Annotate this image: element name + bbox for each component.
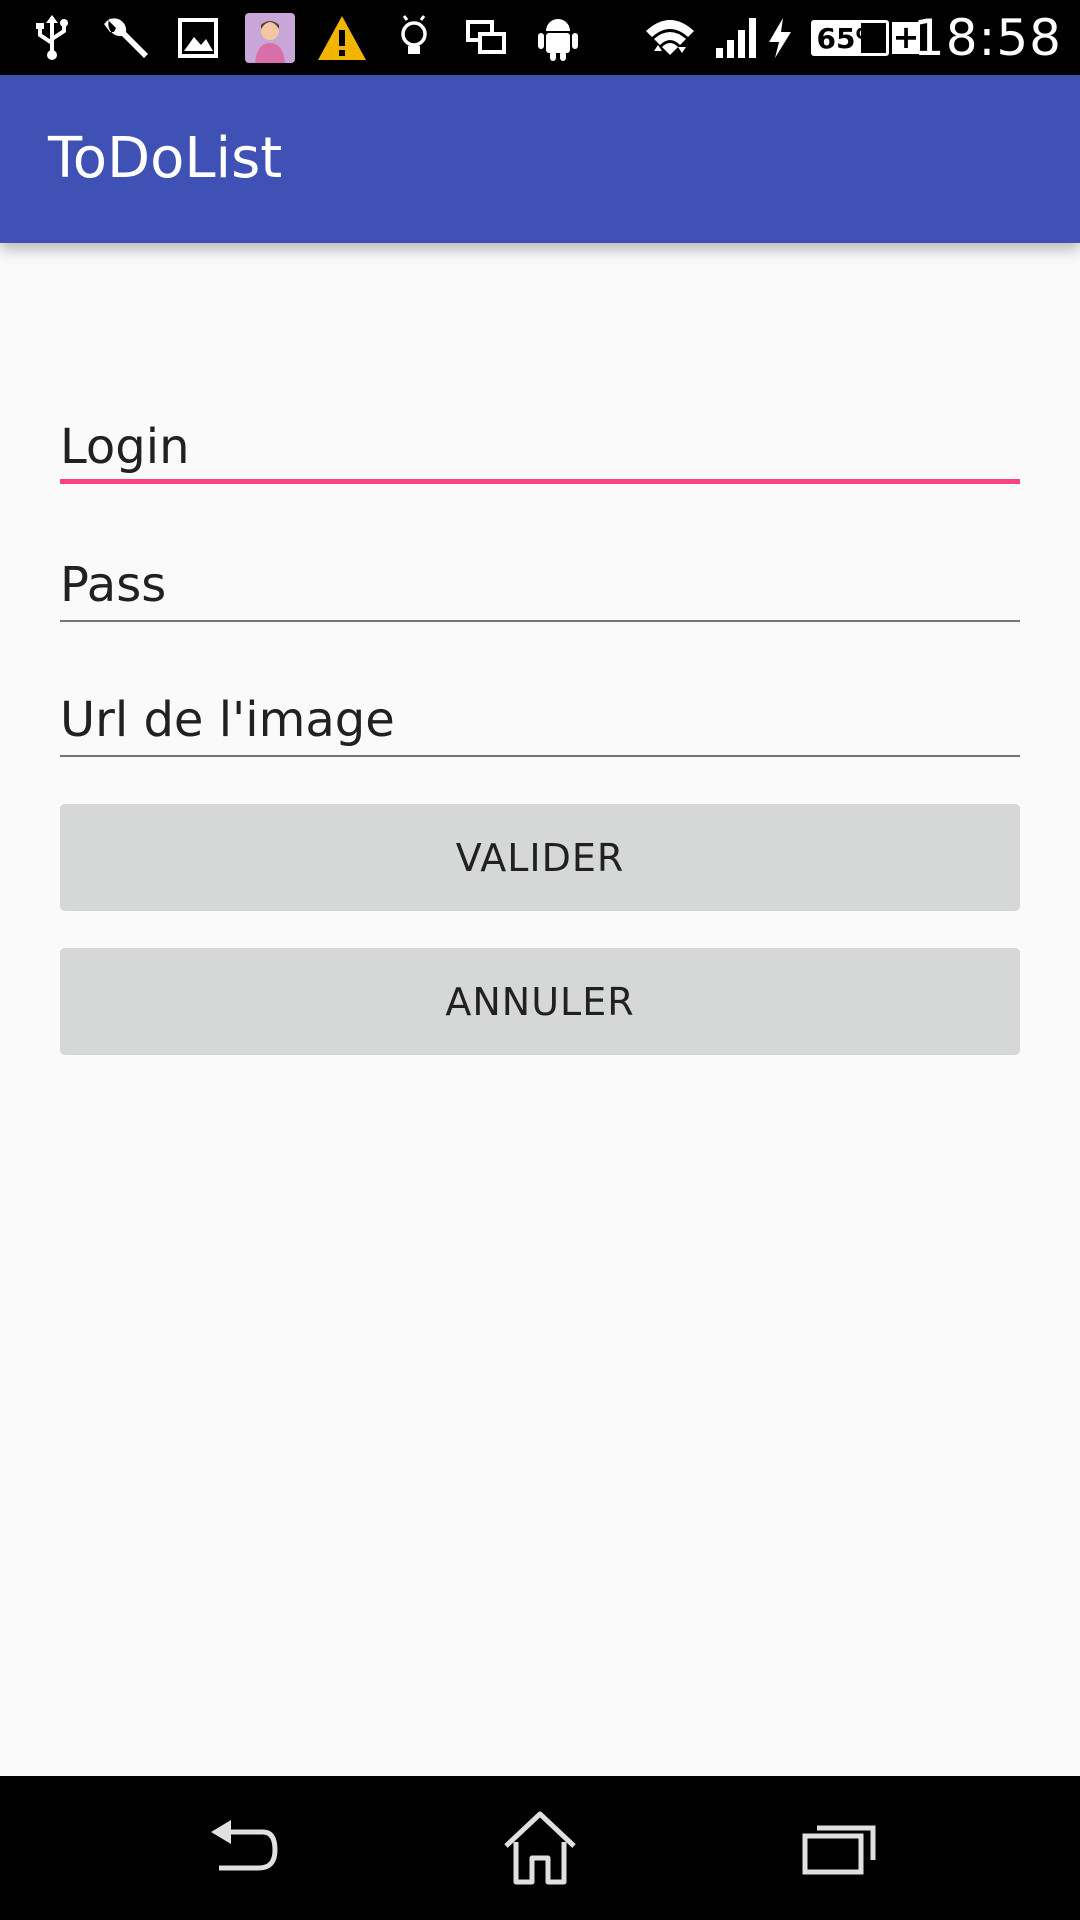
image-url-input[interactable] — [60, 685, 1020, 755]
navigation-bar — [0, 1776, 1080, 1920]
image-url-field[interactable] — [60, 685, 1020, 757]
battery-percent: 65% — [816, 22, 884, 55]
app-title: ToDoList — [48, 126, 283, 191]
login-input[interactable] — [60, 412, 1020, 482]
android-icon — [530, 10, 586, 66]
cancel-button[interactable]: ANNULER — [60, 948, 1020, 1055]
screen-mirror-icon — [458, 10, 514, 66]
home-icon[interactable] — [495, 1806, 585, 1890]
image-icon — [170, 10, 226, 66]
status-time: 18:58 — [912, 9, 1062, 67]
image-url-field-underline — [60, 755, 1020, 757]
screen: 65% + 18:58 ToDoList VALIDER ANNULER — [0, 0, 1080, 1920]
charging-bolt-icon — [762, 10, 798, 66]
wrench-icon — [98, 10, 154, 66]
battery-icon: 65% — [811, 20, 889, 56]
app-bar: ToDoList — [0, 75, 1080, 243]
warning-icon — [314, 10, 370, 66]
pass-input[interactable] — [60, 550, 1020, 620]
back-icon[interactable] — [196, 1806, 286, 1890]
lightbulb-icon — [386, 10, 442, 66]
recent-apps-icon[interactable] — [794, 1806, 884, 1890]
pass-field-underline — [60, 620, 1020, 622]
signal-icon — [710, 10, 766, 66]
status-bar: 65% + 18:58 — [0, 0, 1080, 75]
validate-button[interactable]: VALIDER — [60, 804, 1020, 911]
login-field-underline — [60, 479, 1020, 484]
pass-field[interactable] — [60, 550, 1020, 622]
wifi-icon — [642, 10, 698, 66]
avatar-notification-icon — [242, 10, 298, 66]
login-field[interactable] — [60, 412, 1020, 484]
usb-icon — [24, 10, 80, 66]
